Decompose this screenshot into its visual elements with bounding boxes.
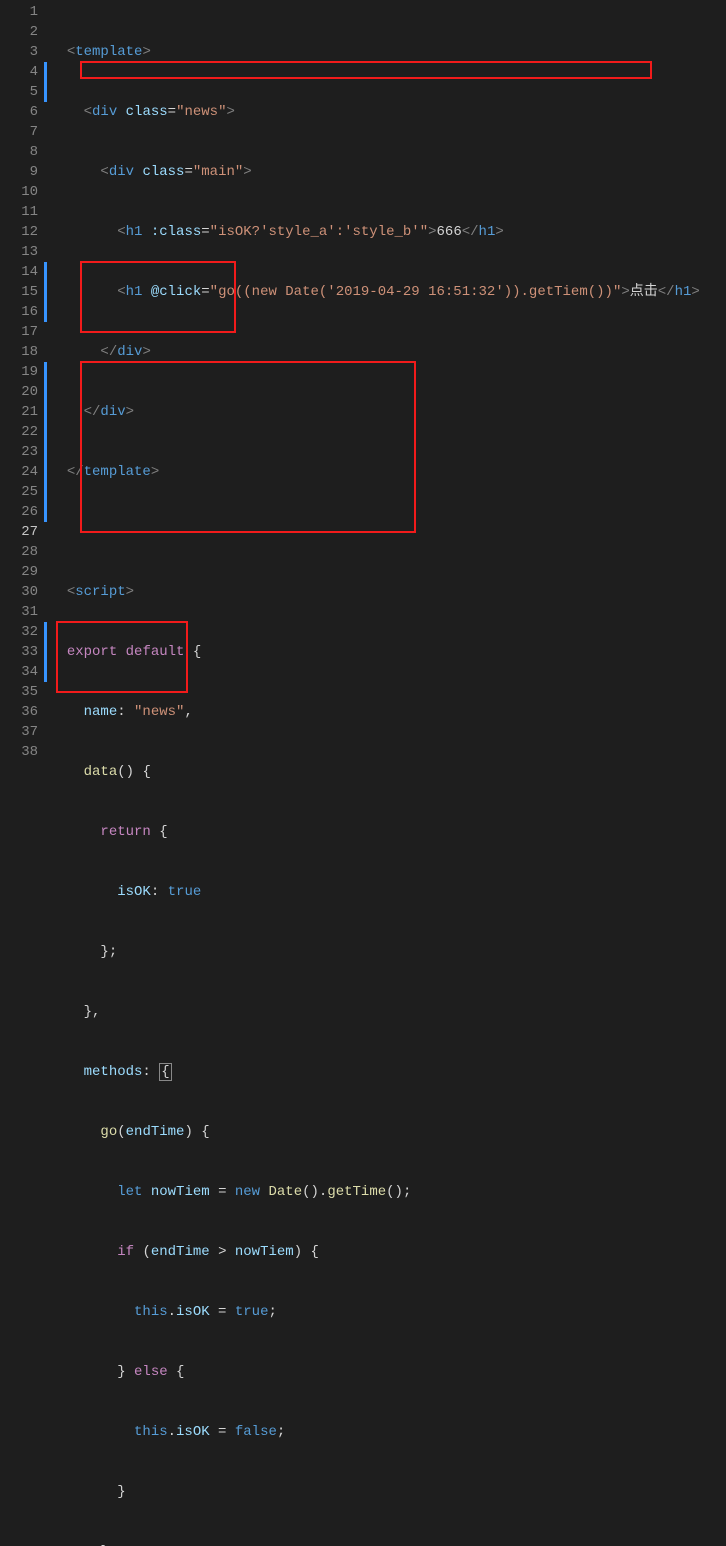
- code-line[interactable]: <h1 @click="go((new Date('2019-04-29 16:…: [50, 282, 726, 302]
- code-line[interactable]: </template>: [50, 462, 726, 482]
- code-line[interactable]: <div class="news">: [50, 102, 726, 122]
- code-line[interactable]: };: [50, 942, 726, 962]
- code-line[interactable]: export default {: [50, 642, 726, 662]
- code-line[interactable]: if (endTime > nowTiem) {: [50, 1242, 726, 1262]
- code-line[interactable]: isOK: true: [50, 882, 726, 902]
- code-line[interactable]: }: [50, 1542, 726, 1546]
- code-line[interactable]: }: [50, 1482, 726, 1502]
- code-area[interactable]: <template> <div class="news"> <div class…: [50, 2, 726, 1546]
- code-line[interactable]: methods: {: [50, 1062, 726, 1082]
- code-line[interactable]: this.isOK = false;: [50, 1422, 726, 1442]
- code-line[interactable]: </div>: [50, 342, 726, 362]
- code-line[interactable]: go(endTime) {: [50, 1122, 726, 1142]
- code-line[interactable]: return {: [50, 822, 726, 842]
- code-line[interactable]: <template>: [50, 42, 726, 62]
- code-line[interactable]: },: [50, 1002, 726, 1022]
- code-line[interactable]: data() {: [50, 762, 726, 782]
- code-line[interactable]: <h1 :class="isOK?'style_a':'style_b'">66…: [50, 222, 726, 242]
- code-line[interactable]: [50, 522, 726, 542]
- code-line[interactable]: <script>: [50, 582, 726, 602]
- code-line[interactable]: } else {: [50, 1362, 726, 1382]
- code-line[interactable]: this.isOK = true;: [50, 1302, 726, 1322]
- code-line[interactable]: let nowTiem = new Date().getTime();: [50, 1182, 726, 1202]
- line-number-gutter: 1234567891011121314151617181920212223242…: [0, 2, 44, 1546]
- code-line[interactable]: name: "news",: [50, 702, 726, 722]
- code-line[interactable]: <div class="main">: [50, 162, 726, 182]
- code-line[interactable]: </div>: [50, 402, 726, 422]
- code-editor[interactable]: 1234567891011121314151617181920212223242…: [0, 0, 726, 1546]
